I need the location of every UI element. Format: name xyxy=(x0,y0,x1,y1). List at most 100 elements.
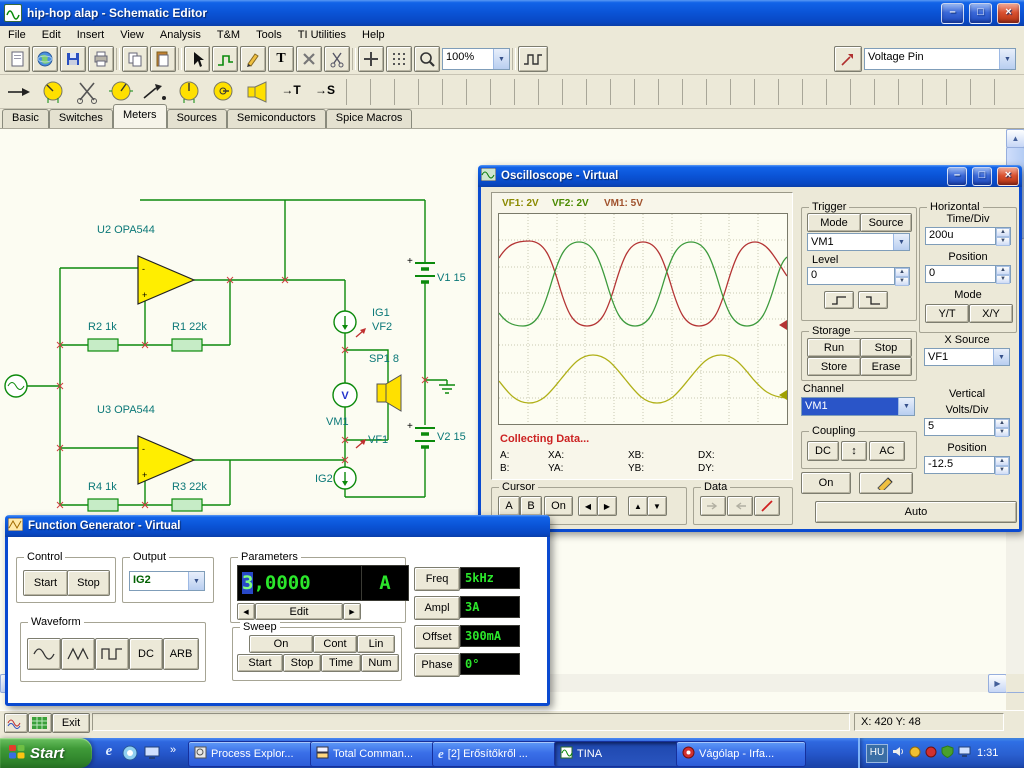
stop-button[interactable]: Stop xyxy=(860,338,912,357)
resistor-r2[interactable] xyxy=(87,338,119,352)
menu-analysis[interactable]: Analysis xyxy=(152,29,209,41)
wire-tool-icon[interactable] xyxy=(212,46,238,72)
quicklaunch-ie-icon[interactable]: e xyxy=(100,743,118,763)
menu-tm[interactable]: T&M xyxy=(209,29,248,41)
channel-select[interactable]: VM1 ▼ xyxy=(801,397,915,416)
opamp-u2[interactable]: - + xyxy=(137,255,196,305)
minimize-button[interactable]: – xyxy=(947,166,967,186)
spin-down-icon[interactable]: ▼ xyxy=(996,237,1010,246)
taskbar-button-irfanview[interactable]: Vágólap - Irfa... xyxy=(676,741,806,767)
chevron-down-icon[interactable]: ▼ xyxy=(999,49,1015,69)
cursor-up-button[interactable]: ▲ xyxy=(628,496,648,516)
select-cursor-icon[interactable] xyxy=(184,46,210,72)
text-tool-icon[interactable]: T xyxy=(268,46,294,72)
quicklaunch-overflow-icon[interactable]: » xyxy=(166,744,180,762)
close-button[interactable]: × xyxy=(997,166,1019,186)
phase-button[interactable]: Phase xyxy=(414,653,460,677)
spin-up-icon[interactable]: ▲ xyxy=(995,419,1009,428)
spin-down-icon[interactable]: ▼ xyxy=(996,275,1010,284)
spin-up-icon[interactable]: ▲ xyxy=(996,228,1010,237)
generator-g1[interactable] xyxy=(4,374,28,398)
waveform-sine-button[interactable] xyxy=(27,638,61,670)
component-selector[interactable]: Voltage Pin ▼ xyxy=(864,48,1016,70)
sweep-time-button[interactable]: Time xyxy=(321,654,361,672)
palette-osc-tap-icon[interactable]: →T xyxy=(276,83,306,103)
palette-voltmeter-icon[interactable] xyxy=(38,78,68,106)
menu-insert[interactable]: Insert xyxy=(69,29,113,41)
taskbar-button-tina[interactable]: TINA xyxy=(554,741,684,767)
spin-down-icon[interactable]: ▼ xyxy=(995,428,1009,437)
voltmeter-vm1[interactable]: V xyxy=(332,382,358,408)
exit-button[interactable]: Exit xyxy=(52,713,90,733)
cursor-a-button[interactable]: A xyxy=(498,496,520,516)
trigger-source-button[interactable]: Source xyxy=(860,213,912,232)
coupling-swap-button[interactable]: ↕ xyxy=(841,441,867,461)
sweep-on-button[interactable]: On xyxy=(249,635,313,653)
waveform-dc-button[interactable]: DC xyxy=(129,638,163,670)
security-shield-icon[interactable] xyxy=(941,745,954,761)
auto-button[interactable]: Auto xyxy=(815,501,1017,523)
edit-button[interactable]: Edit xyxy=(255,603,343,620)
chevron-down-icon[interactable]: ▼ xyxy=(898,398,914,415)
store-button[interactable]: Store xyxy=(807,357,861,376)
language-indicator[interactable]: HU xyxy=(866,743,888,763)
ampl-button[interactable]: Ampl xyxy=(414,596,460,620)
amplitude-display[interactable]: 3,0000 xyxy=(237,565,367,601)
opamp-u3[interactable]: - + xyxy=(137,435,196,485)
cursor-left-button[interactable]: ◀ xyxy=(578,496,598,516)
sweep-num-button[interactable]: Num xyxy=(361,654,399,672)
maximize-button[interactable]: □ xyxy=(972,166,992,186)
paste-icon[interactable] xyxy=(150,46,176,72)
grid-toggle-icon[interactable] xyxy=(386,46,412,72)
horiz-position-spinner[interactable]: 0 ▲ ▼ xyxy=(925,265,1011,284)
probe-pen-button[interactable] xyxy=(859,472,913,494)
quicklaunch-messenger-icon[interactable] xyxy=(122,745,138,761)
fg-stop-button[interactable]: Stop xyxy=(67,570,110,596)
menu-file[interactable]: File xyxy=(0,29,34,41)
scroll-up-arrow[interactable]: ▲ xyxy=(1006,129,1024,148)
start-button[interactable]: Start xyxy=(0,738,92,768)
trigger-source-select[interactable]: VM1 ▼ xyxy=(807,233,910,251)
cursor-down-button[interactable]: ▼ xyxy=(647,496,667,516)
yt-mode-button[interactable]: Y/T xyxy=(925,304,969,323)
cut-icon[interactable] xyxy=(324,46,350,72)
palette-ammeter-icon[interactable] xyxy=(106,78,136,106)
chevron-down-icon[interactable]: ▼ xyxy=(893,234,909,250)
clock[interactable]: 1:31 xyxy=(977,747,998,759)
data-clear-button[interactable] xyxy=(754,496,780,516)
current-source-ig1[interactable] xyxy=(333,310,357,334)
palette-speaker-icon[interactable] xyxy=(242,78,272,106)
spin-up-icon[interactable]: ▲ xyxy=(895,268,909,277)
chevron-down-icon[interactable]: ▼ xyxy=(993,349,1009,365)
menu-edit[interactable]: Edit xyxy=(34,29,69,41)
trace-marker-yellow[interactable] xyxy=(779,390,787,400)
output-select[interactable]: IG2 ▼ xyxy=(129,571,205,591)
menu-ti-utilities[interactable]: TI Utilities xyxy=(290,29,354,41)
oscilloscope-titlebar[interactable]: Oscilloscope - Virtual – □ × xyxy=(478,165,1022,187)
tab-semiconductors[interactable]: Semiconductors xyxy=(226,109,326,128)
main-titlebar[interactable]: hip-hop alap - Schematic Editor – □ × xyxy=(0,0,1024,26)
taskbar-button-process-explorer[interactable]: Process Explor... xyxy=(188,741,318,767)
waveform-triangle-button[interactable] xyxy=(61,638,95,670)
cursor-on-button[interactable]: On xyxy=(544,496,573,516)
print-icon[interactable] xyxy=(88,46,114,72)
tab-switches[interactable]: Switches xyxy=(48,109,113,128)
digit-right-button[interactable]: ▶ xyxy=(343,603,361,620)
spin-up-icon[interactable]: ▲ xyxy=(995,457,1009,466)
trigger-mode-button[interactable]: Mode xyxy=(807,213,861,232)
quicklaunch-desktop-icon[interactable] xyxy=(144,745,160,761)
erase-button[interactable]: Erase xyxy=(860,357,912,376)
vert-position-spinner[interactable]: -12.5 ▲ ▼ xyxy=(924,456,1010,475)
close-button[interactable]: × xyxy=(997,2,1020,24)
data-export-button[interactable] xyxy=(700,496,726,516)
signal-view-button[interactable] xyxy=(4,713,28,733)
restore-button[interactable]: □ xyxy=(969,2,992,24)
current-source-ig2[interactable] xyxy=(333,466,357,490)
battery-v1[interactable] xyxy=(415,262,435,284)
fg-start-button[interactable]: Start xyxy=(23,570,68,596)
palette-sig-tap-icon[interactable]: →S xyxy=(310,83,340,103)
trigger-level-spinner[interactable]: 0 ▲ ▼ xyxy=(807,267,910,286)
sweep-start-button[interactable]: Start xyxy=(237,654,283,672)
cursor-b-button[interactable]: B xyxy=(520,496,542,516)
oscilloscope-window[interactable]: Oscilloscope - Virtual – □ × VF1: 2V VF2… xyxy=(478,165,1022,532)
